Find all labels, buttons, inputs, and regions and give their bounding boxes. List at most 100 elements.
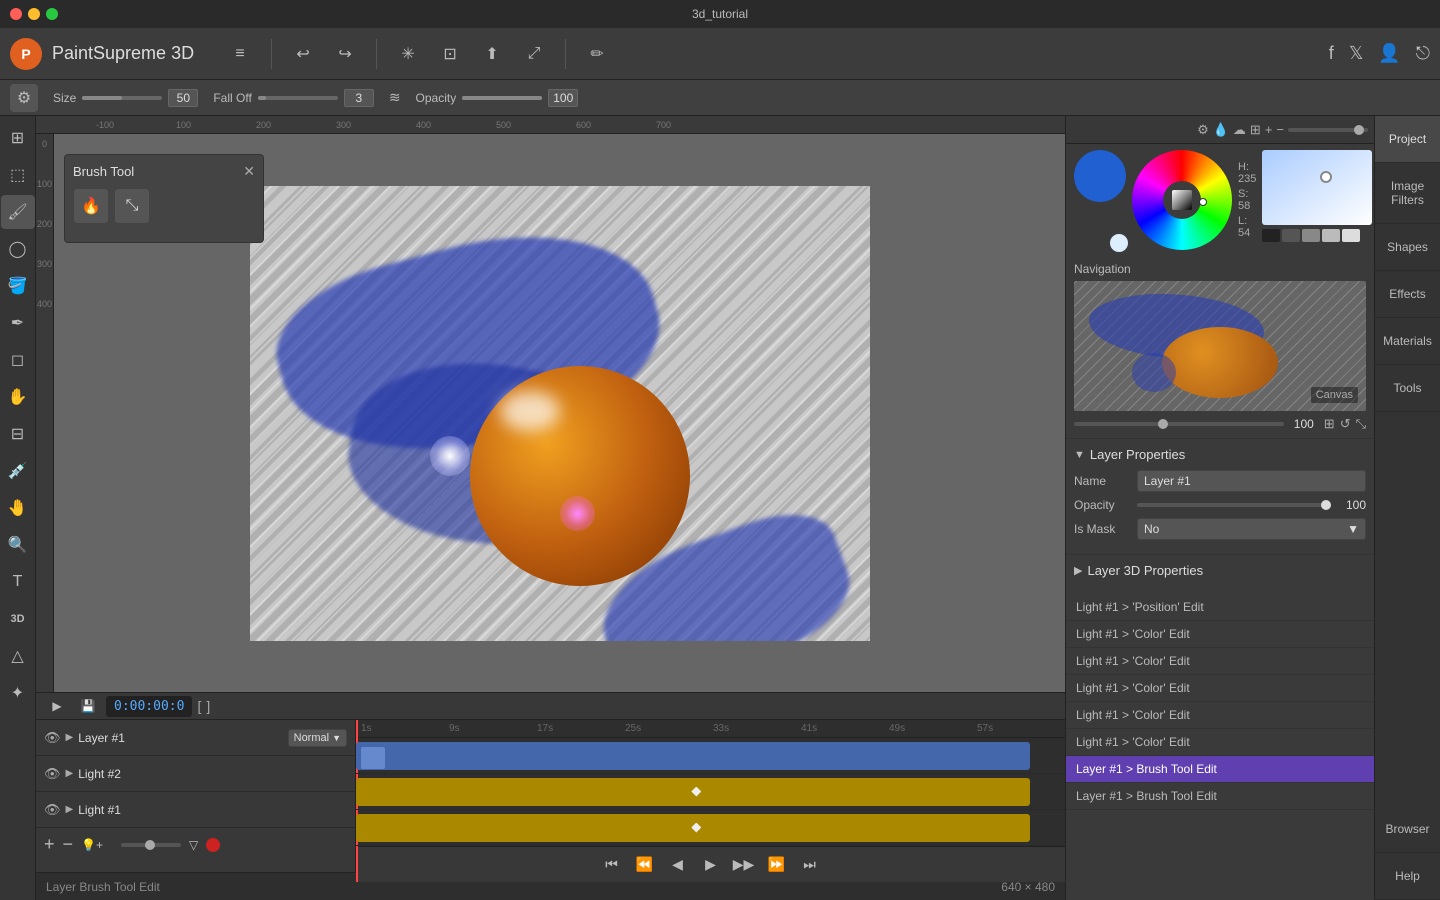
select-tool[interactable]: ⬚: [1, 158, 35, 192]
track-expand-light2[interactable]: ▶: [66, 768, 74, 779]
top-slider[interactable]: [1288, 128, 1368, 132]
plus-icon[interactable]: +: [1265, 122, 1273, 137]
track-expand-layer1[interactable]: ▶: [66, 732, 74, 743]
facebook-icon[interactable]: f: [1329, 43, 1334, 64]
tab-effects[interactable]: Effects: [1375, 271, 1440, 318]
tab-project[interactable]: Project: [1375, 116, 1440, 163]
color-wheel-cursor[interactable]: [1199, 198, 1207, 206]
swatch-gray[interactable]: [1282, 229, 1300, 242]
swatch-black[interactable]: [1262, 229, 1280, 242]
skip-start-button[interactable]: ⏮: [598, 851, 626, 879]
record-button[interactable]: [206, 838, 220, 852]
history-item-4[interactable]: Light #1 > 'Color' Edit: [1066, 702, 1374, 729]
nav-expand-icon[interactable]: ⤡: [1356, 416, 1366, 432]
track-visibility-light1[interactable]: 👁: [44, 802, 61, 818]
eraser-tool[interactable]: ◻: [1, 343, 35, 377]
redo-button[interactable]: ↪: [329, 38, 361, 70]
export-button[interactable]: ⬆: [476, 38, 508, 70]
nav-zoom-slider[interactable]: [1074, 422, 1284, 426]
fill-tool[interactable]: 🪣: [1, 269, 35, 303]
history-item-6[interactable]: Layer #1 > Brush Tool Edit: [1066, 756, 1374, 783]
opacity-value[interactable]: 100: [548, 89, 578, 107]
tab-help[interactable]: Help: [1375, 853, 1440, 900]
falloff-slider[interactable]: [258, 96, 338, 100]
exit-icon[interactable]: ⎋: [1416, 43, 1430, 64]
swatch-white[interactable]: [1342, 229, 1360, 242]
account-icon[interactable]: 👤: [1378, 43, 1400, 64]
canvas-container[interactable]: Brush Tool ✕ 🔥 ⤡: [54, 134, 1065, 692]
nav-zoom-value[interactable]: 100: [1289, 417, 1319, 431]
nav-fit-icon[interactable]: ⊞: [1324, 416, 1335, 432]
name-prop-input[interactable]: [1137, 470, 1366, 492]
3d-tool[interactable]: 3D: [1, 602, 35, 636]
layer3d-header[interactable]: ▶ Layer 3D Properties: [1074, 563, 1366, 578]
timeline-save[interactable]: 💾: [75, 693, 101, 719]
bracket-in[interactable]: [: [197, 698, 201, 714]
effects-tool[interactable]: ✦: [1, 676, 35, 710]
lasso-tool[interactable]: ◯: [1, 232, 35, 266]
history-item-5[interactable]: Light #1 > 'Color' Edit: [1066, 729, 1374, 756]
prev-frame-button[interactable]: ⏪: [631, 851, 659, 879]
minus-icon[interactable]: −: [1276, 122, 1284, 137]
twitter-icon[interactable]: 𝕏: [1349, 43, 1364, 64]
zoom-tool[interactable]: 🔍: [1, 528, 35, 562]
gradient-cursor[interactable]: [1320, 171, 1332, 183]
brush-tool[interactable]: 🖌: [1, 195, 35, 229]
pen-tool[interactable]: ✒: [1, 306, 35, 340]
flip-button[interactable]: ⊡: [434, 38, 466, 70]
primary-color-swatch[interactable]: [1074, 150, 1126, 202]
nav-rotate-icon[interactable]: ↺: [1340, 416, 1351, 432]
settings-icon[interactable]: ⚙: [1197, 122, 1209, 138]
opacity-prop-slider[interactable]: [1137, 503, 1331, 507]
opacity-slider[interactable]: [462, 96, 542, 100]
history-item-7[interactable]: Layer #1 > Brush Tool Edit: [1066, 783, 1374, 810]
panel-close-button[interactable]: ✕: [243, 163, 255, 180]
brush-mode-paint[interactable]: 🔥: [73, 188, 109, 224]
swatch-silver[interactable]: [1322, 229, 1340, 242]
mask-select[interactable]: No ▼: [1137, 518, 1366, 540]
layer-props-header[interactable]: ▼ Layer Properties: [1074, 447, 1366, 462]
zoom-out-icon[interactable]: ▽: [189, 838, 198, 852]
secondary-color-swatch[interactable]: [1108, 232, 1130, 254]
history-item-3[interactable]: Light #1 > 'Color' Edit: [1066, 675, 1374, 702]
minimize-button[interactable]: [28, 8, 40, 20]
track-visibility-light2[interactable]: 👁: [44, 766, 61, 782]
skip-end-button[interactable]: ⏭: [796, 851, 824, 879]
water-icon[interactable]: 💧: [1213, 122, 1229, 138]
tab-materials[interactable]: Materials: [1375, 318, 1440, 365]
tab-tools[interactable]: Tools: [1375, 365, 1440, 412]
color-wheel[interactable]: [1132, 150, 1232, 250]
history-item-0[interactable]: Light #1 > 'Position' Edit: [1066, 594, 1374, 621]
undo-button[interactable]: ↩: [287, 38, 319, 70]
close-button[interactable]: [10, 8, 22, 20]
timeline-toggle[interactable]: ▶: [44, 693, 70, 719]
cloud-icon[interactable]: ☁: [1233, 122, 1246, 138]
falloff-value[interactable]: 3: [344, 89, 374, 107]
window-controls[interactable]: [10, 8, 58, 20]
history-item-2[interactable]: Light #1 > 'Color' Edit: [1066, 648, 1374, 675]
navigation-thumbnail[interactable]: Canvas: [1074, 281, 1366, 411]
shape-tool[interactable]: △: [1, 639, 35, 673]
next-button[interactable]: ▶▶: [730, 851, 758, 879]
track-header-light1[interactable]: 👁 ▶ Light #1: [36, 792, 355, 828]
grid-tool[interactable]: ⊞: [1, 121, 35, 155]
add-light-button[interactable]: 💡+: [81, 838, 103, 852]
brush-mode-expand[interactable]: ⤡: [114, 188, 150, 224]
track-zoom-slider[interactable]: [121, 843, 181, 847]
track-visibility-layer1[interactable]: 👁: [44, 730, 61, 746]
track-blend-layer1[interactable]: Normal ▼: [288, 729, 347, 747]
crop-button[interactable]: ⤢: [518, 38, 550, 70]
maximize-button[interactable]: [46, 8, 58, 20]
track-expand-light1[interactable]: ▶: [66, 804, 74, 815]
tab-shapes[interactable]: Shapes: [1375, 224, 1440, 271]
eyedropper-tool[interactable]: 💉: [1, 454, 35, 488]
tab-browser[interactable]: Browser: [1375, 806, 1440, 853]
clone-tool[interactable]: ⊟: [1, 417, 35, 451]
smudge-tool[interactable]: ✋: [1, 380, 35, 414]
track-header-light2[interactable]: 👁 ▶ Light #2: [36, 756, 355, 792]
prev-button[interactable]: ◀: [664, 851, 692, 879]
swatch-lgray[interactable]: [1302, 229, 1320, 242]
settings-icon[interactable]: ⚙: [10, 84, 38, 112]
tab-image-filters[interactable]: Image Filters: [1375, 163, 1440, 224]
color-swatch-container[interactable]: [1074, 150, 1126, 250]
